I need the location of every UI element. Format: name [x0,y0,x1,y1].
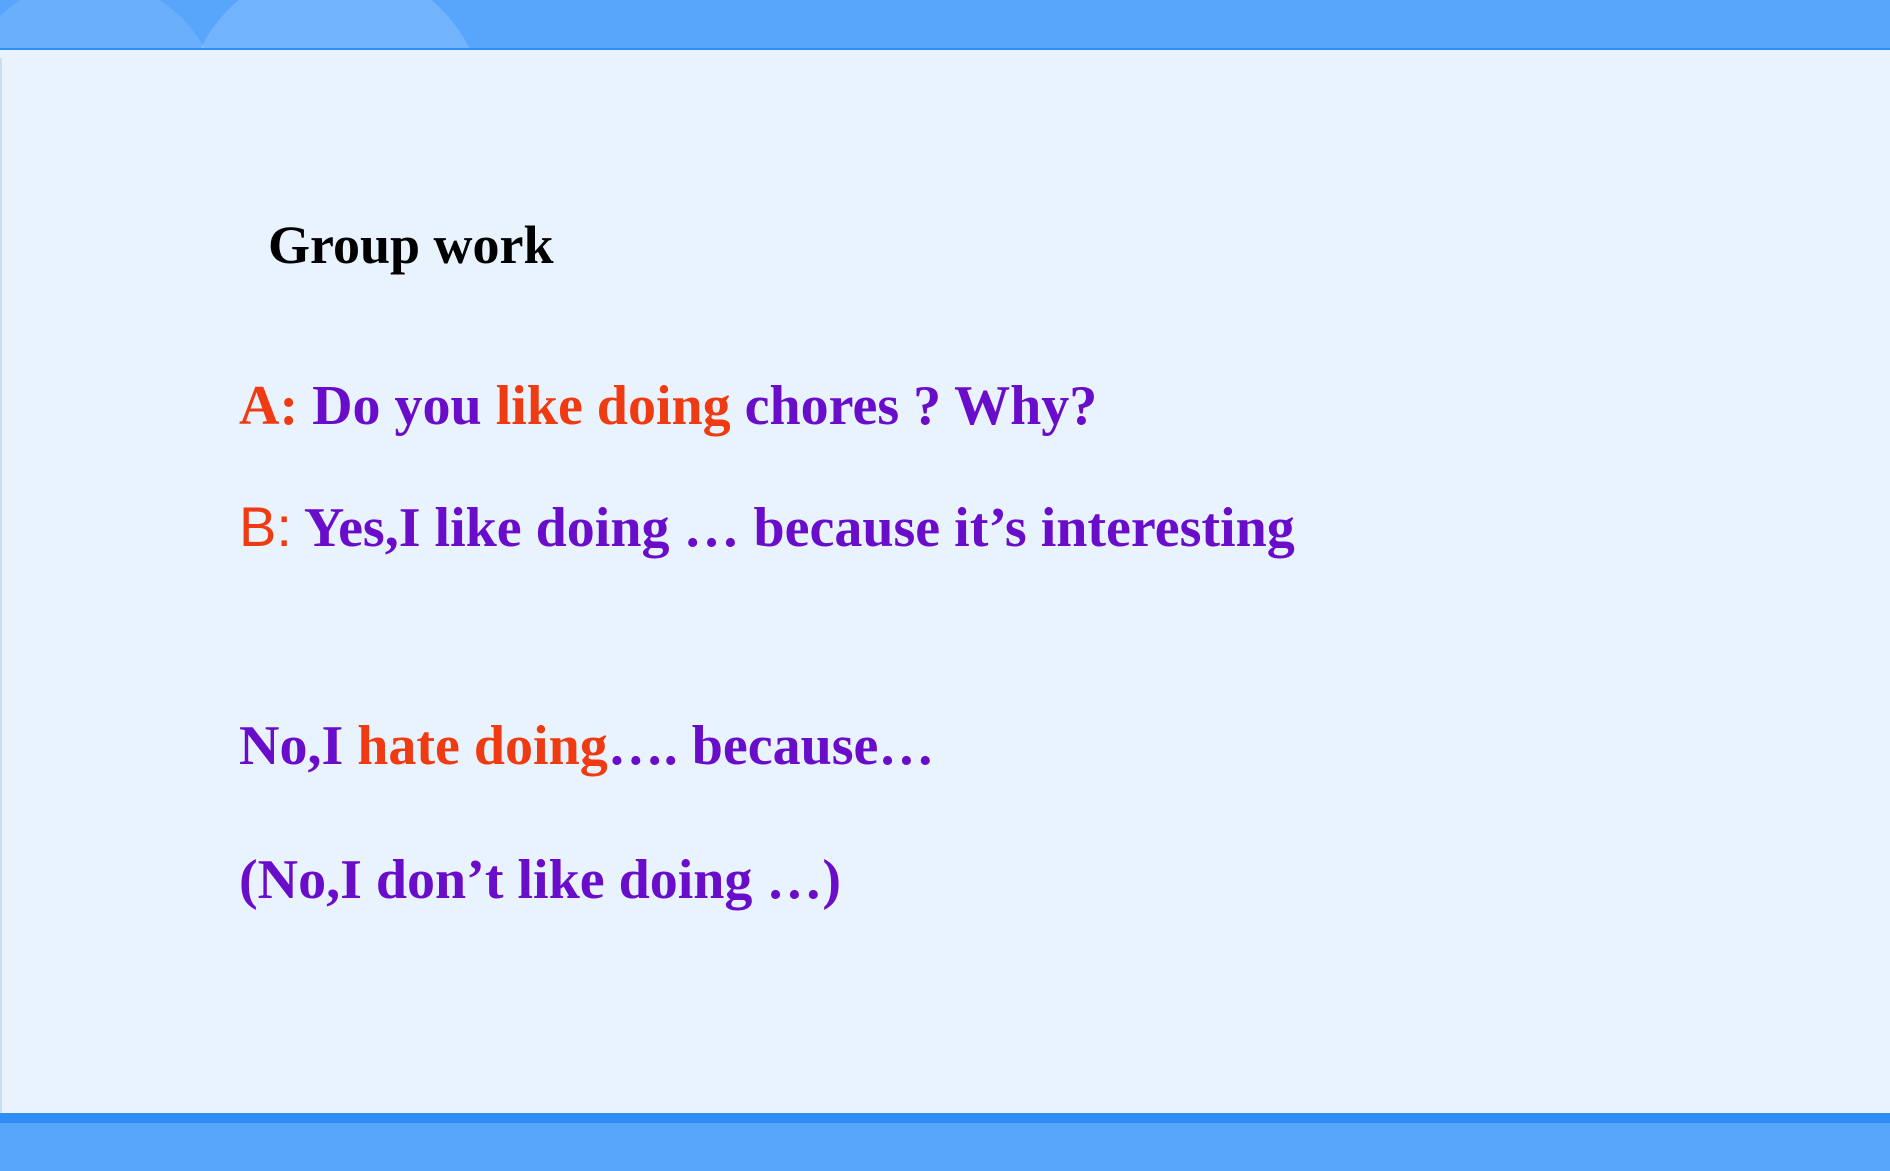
line-c-text-2: …. because… [607,715,935,777]
decorative-bubble [185,0,485,50]
speaker-b-label: B: [239,495,292,558]
decorative-bubble [0,0,220,50]
line-a-text-1: Do you [298,375,496,437]
header-stripe [0,48,1890,50]
line-c-text-1: No,I [239,715,358,777]
line-a-highlight: like doing [495,375,731,437]
line-b-text: Yes,I like doing … because it’s interest… [291,497,1295,559]
dialogue-line-a: A: Do you like doing chores ? Why? [239,378,1097,434]
dialogue-line-b: B: Yes,I like doing … because it’s inter… [239,497,1295,559]
line-c-highlight: hate doing [357,715,608,777]
dialogue-line-d: (No,I don’t like doing …) [239,849,842,911]
left-border [0,58,2,1113]
slide-title: Group work [268,215,554,275]
dialogue-line-c: No,I hate doing…. because… [239,718,934,774]
footer-stripe [0,1113,1890,1123]
line-a-text-2: chores ? Why? [730,375,1098,437]
header-bar [0,0,1890,50]
speaker-a-label: A: [239,375,299,437]
footer-bar [0,1113,1890,1171]
